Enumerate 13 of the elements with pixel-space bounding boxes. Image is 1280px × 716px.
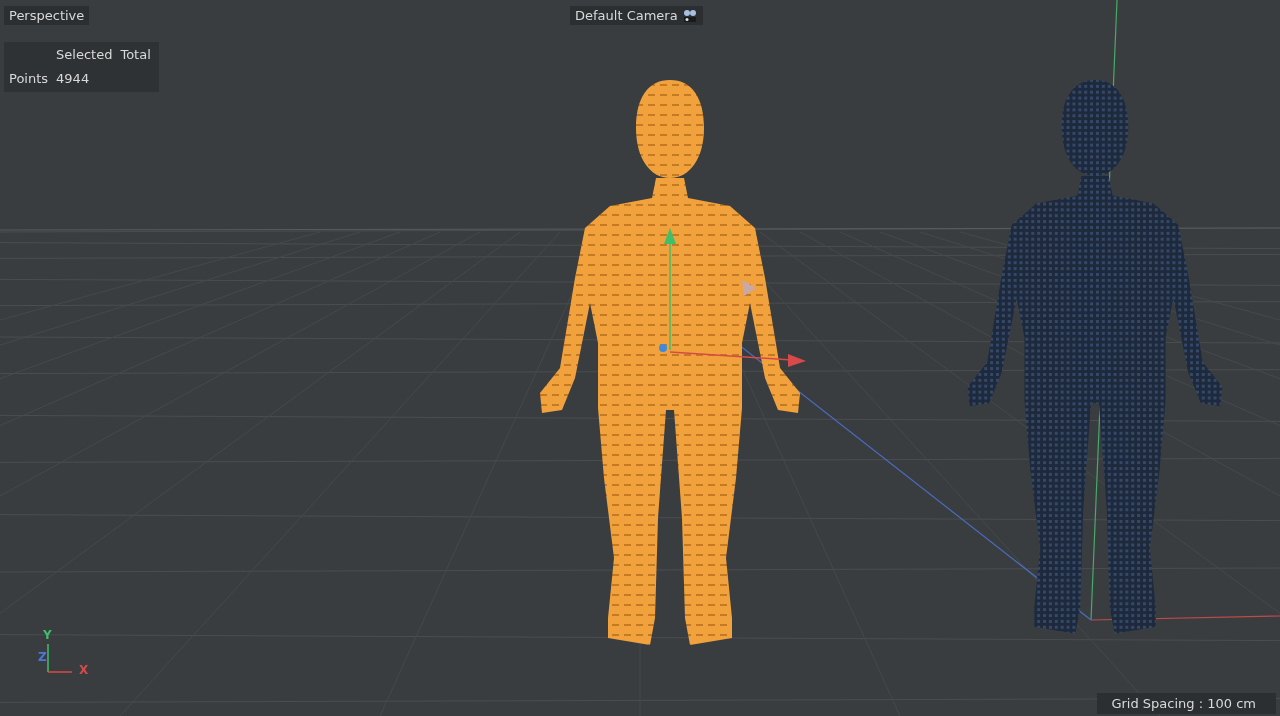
stat-value: 4944 — [56, 71, 91, 86]
axis-label: Z — [38, 650, 47, 664]
camera-icon — [681, 8, 698, 23]
view-name-label[interactable]: Perspective — [4, 6, 90, 25]
column-header: Total — [120, 47, 151, 62]
axis-label: Y — [43, 628, 52, 642]
axis-label: X — [79, 663, 89, 677]
row-label: Points — [9, 71, 49, 86]
move-gizmo-icon[interactable] — [659, 228, 806, 367]
world-axis-icon — [47, 643, 73, 673]
grid-spacing-label: Grid Spacing : 100 cm — [1097, 693, 1276, 714]
camera-menu[interactable]: Default Camera — [570, 6, 703, 25]
column-header: Selected — [56, 47, 113, 62]
